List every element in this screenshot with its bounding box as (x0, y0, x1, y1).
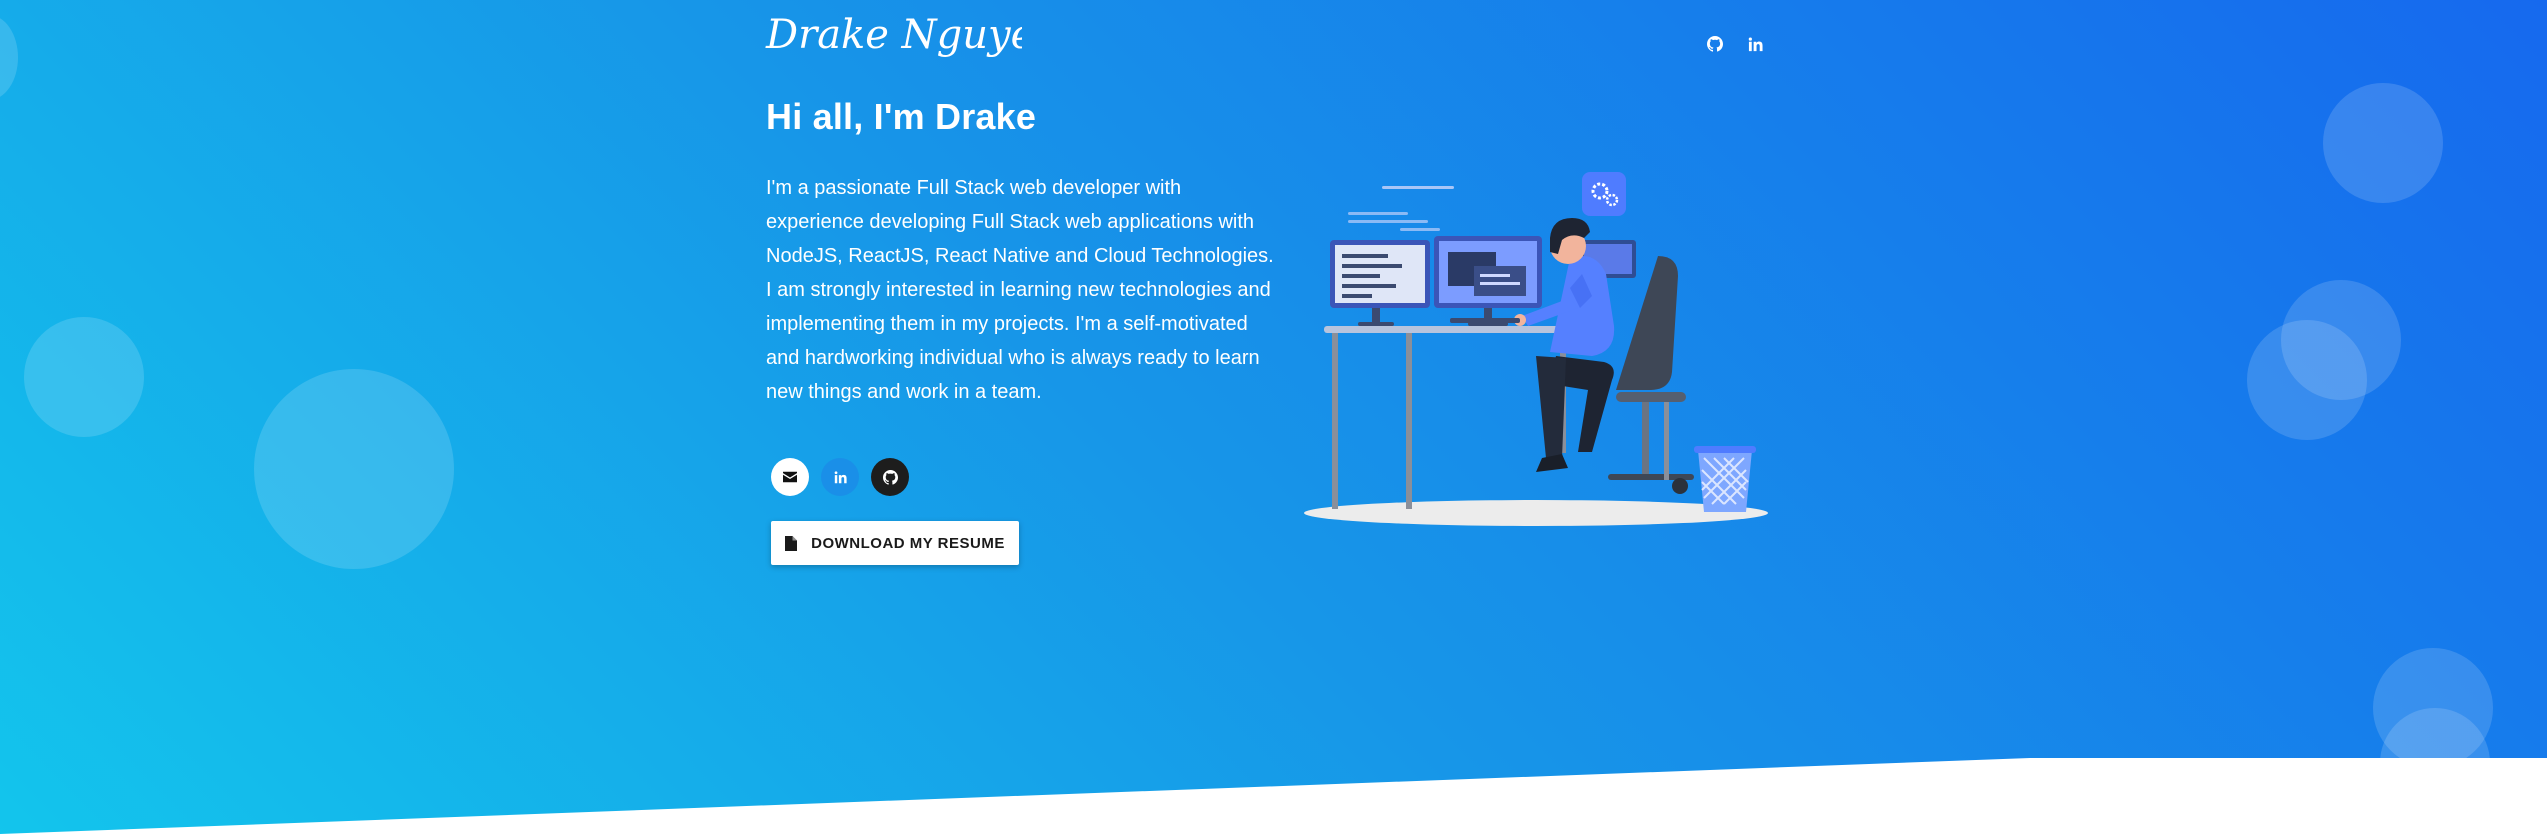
github-icon[interactable] (1706, 35, 1724, 53)
download-resume-button[interactable]: DOWNLOAD MY RESUME (771, 521, 1019, 565)
linkedin-icon (834, 470, 847, 483)
download-resume-label: DOWNLOAD MY RESUME (811, 534, 1005, 552)
developer-illustration (1304, 172, 1768, 526)
github-button[interactable] (871, 458, 909, 496)
email-icon (783, 471, 797, 483)
decor-bubble (254, 369, 454, 569)
logo-text: Drake Nguyen (765, 12, 1022, 58)
logo[interactable]: Drake Nguyen (762, 6, 1022, 70)
page-title: Hi all, I'm Drake (766, 96, 1037, 137)
social-links (771, 458, 909, 496)
decor-bubble (2247, 320, 2367, 440)
linkedin-button[interactable] (821, 458, 859, 496)
decor-bubble (2323, 83, 2443, 203)
decor-bubble (0, 15, 18, 100)
linkedin-icon[interactable] (1746, 35, 1764, 53)
file-icon (785, 535, 798, 551)
decor-bubble (2380, 708, 2490, 818)
header-social (1706, 35, 1764, 53)
email-button[interactable] (771, 458, 809, 496)
bio-text: I'm a passionate Full Stack web develope… (766, 177, 1274, 403)
decor-bubble (24, 317, 144, 437)
github-icon (882, 469, 898, 485)
